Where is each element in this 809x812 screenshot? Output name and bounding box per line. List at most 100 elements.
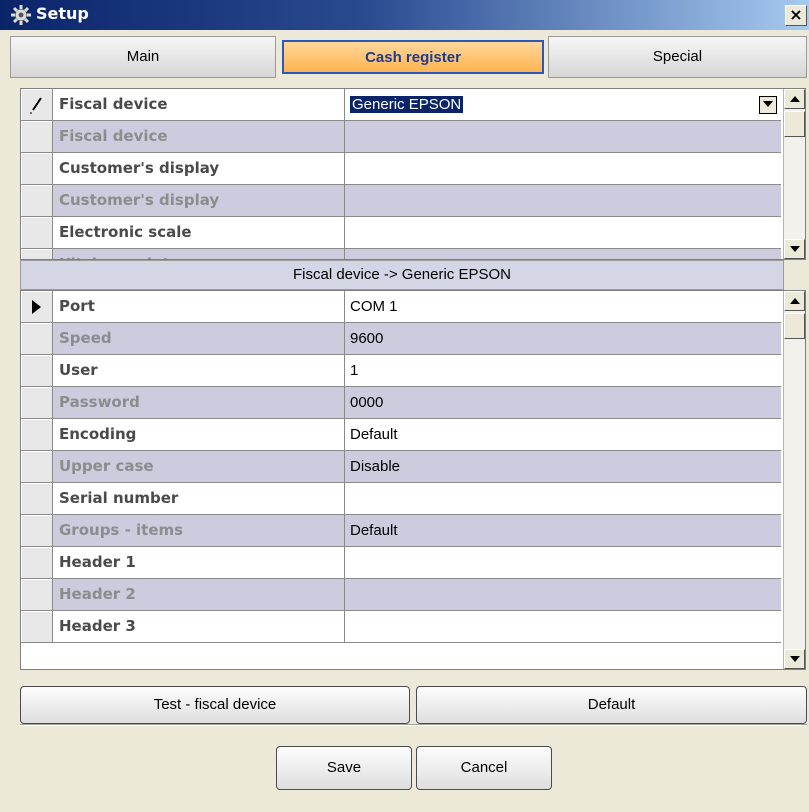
row-indicator[interactable] [21,217,53,249]
settings-row[interactable]: Speed 9600 [21,323,781,355]
gear-icon [11,5,31,25]
scroll-down-button[interactable] [784,649,805,669]
arrow-down-icon [790,656,800,662]
row-value[interactable] [345,121,781,153]
device-row[interactable]: Customer's display [21,153,781,185]
row-indicator[interactable] [21,419,53,451]
row-value[interactable]: Default [345,419,781,451]
row-indicator[interactable] [21,515,53,547]
row-value[interactable] [345,153,781,185]
scroll-up-button[interactable] [784,89,805,109]
scroll-thumb[interactable] [784,111,805,137]
settings-row[interactable]: Header 3 [21,611,781,643]
row-label: Header 3 [53,611,345,643]
tab-cash-register[interactable]: Cash register [282,40,544,74]
section-header: Fiscal device -> Generic EPSON [20,260,784,290]
settings-row[interactable]: Header 2 [21,579,781,611]
row-indicator[interactable] [21,121,53,153]
settings-grid-scrollbar[interactable] [783,291,805,669]
device-grid: Fiscal device Generic EPSON Fiscal devic… [20,88,806,260]
scroll-thumb[interactable] [784,313,805,339]
row-value[interactable]: Default [345,515,781,547]
current-row-arrow-icon [32,300,41,314]
row-label: Customer's display [53,185,345,217]
row-indicator[interactable] [21,355,53,387]
row-label: Serial number [53,483,345,515]
cancel-button[interactable]: Cancel [416,746,552,790]
selected-value: Generic EPSON [350,96,464,113]
close-button[interactable]: × [785,5,807,26]
row-indicator[interactable] [21,185,53,217]
close-icon: × [789,5,803,24]
settings-row[interactable]: Port COM 1 [21,291,781,323]
arrow-down-icon [790,246,800,252]
row-value[interactable] [345,579,781,611]
window-title: Setup [36,4,89,23]
settings-row[interactable]: Upper case Disable [21,451,781,483]
device-row[interactable]: Fiscal device Generic EPSON [21,89,781,121]
default-button[interactable]: Default [416,686,807,724]
row-value[interactable] [345,483,781,515]
settings-grid: Port COM 1 Speed 9600 User 1 Password 00… [20,290,806,670]
arrow-up-icon [790,96,800,102]
arrow-up-icon [790,298,800,304]
row-value[interactable]: 0000 [345,387,781,419]
settings-row[interactable]: Header 1 [21,547,781,579]
row-value[interactable]: 9600 [345,323,781,355]
row-label: Electronic scale [53,217,345,249]
device-row[interactable]: Customer's display [21,185,781,217]
fiscal-device-select[interactable]: Generic EPSON [345,89,781,121]
settings-row[interactable]: Serial number [21,483,781,515]
row-indicator[interactable] [21,483,53,515]
row-label: Fiscal device [53,89,345,121]
row-indicator[interactable] [21,249,53,259]
row-label: Encoding [53,419,345,451]
row-value[interactable]: 1 [345,355,781,387]
save-button[interactable]: Save [276,746,412,790]
settings-row[interactable]: Password 0000 [21,387,781,419]
settings-row[interactable]: User 1 [21,355,781,387]
title-bar: Setup × [0,0,809,30]
row-label: Speed [53,323,345,355]
test-fiscal-device-button[interactable]: Test - fiscal device [20,686,410,724]
scroll-down-button[interactable] [784,239,805,259]
row-value[interactable]: Disable [345,451,781,483]
row-indicator[interactable] [21,387,53,419]
device-row[interactable]: Kitchen printer [21,249,781,259]
row-label: Password [53,387,345,419]
row-label: Port [53,291,345,323]
tab-special[interactable]: Special [548,36,807,78]
row-label: Header 1 [53,547,345,579]
chevron-down-icon [763,101,773,108]
row-indicator[interactable] [21,153,53,185]
row-value[interactable] [345,611,781,643]
row-value[interactable] [345,185,781,217]
device-grid-scrollbar[interactable] [783,89,805,259]
row-label: Upper case [53,451,345,483]
row-label: Kitchen printer [53,249,345,259]
row-indicator[interactable] [21,579,53,611]
row-indicator[interactable] [21,547,53,579]
device-row[interactable]: Electronic scale [21,217,781,249]
row-indicator[interactable] [21,451,53,483]
tab-bar: Main Cash register Special [10,36,807,78]
device-row[interactable]: Fiscal device [21,121,781,153]
settings-row[interactable]: Encoding Default [21,419,781,451]
settings-row[interactable]: Groups - items Default [21,515,781,547]
row-indicator[interactable] [21,291,53,323]
row-label: Customer's display [53,153,345,185]
row-value[interactable] [345,249,781,259]
row-value[interactable] [345,547,781,579]
divider [20,724,807,726]
row-label: Fiscal device [53,121,345,153]
row-indicator[interactable] [21,89,53,121]
tab-main[interactable]: Main [10,36,276,78]
scroll-up-button[interactable] [784,291,805,311]
row-label: User [53,355,345,387]
row-indicator[interactable] [21,323,53,355]
dropdown-button[interactable] [759,96,777,114]
row-label: Groups - items [53,515,345,547]
row-value[interactable] [345,217,781,249]
row-value[interactable]: COM 1 [345,291,781,323]
row-indicator[interactable] [21,611,53,643]
